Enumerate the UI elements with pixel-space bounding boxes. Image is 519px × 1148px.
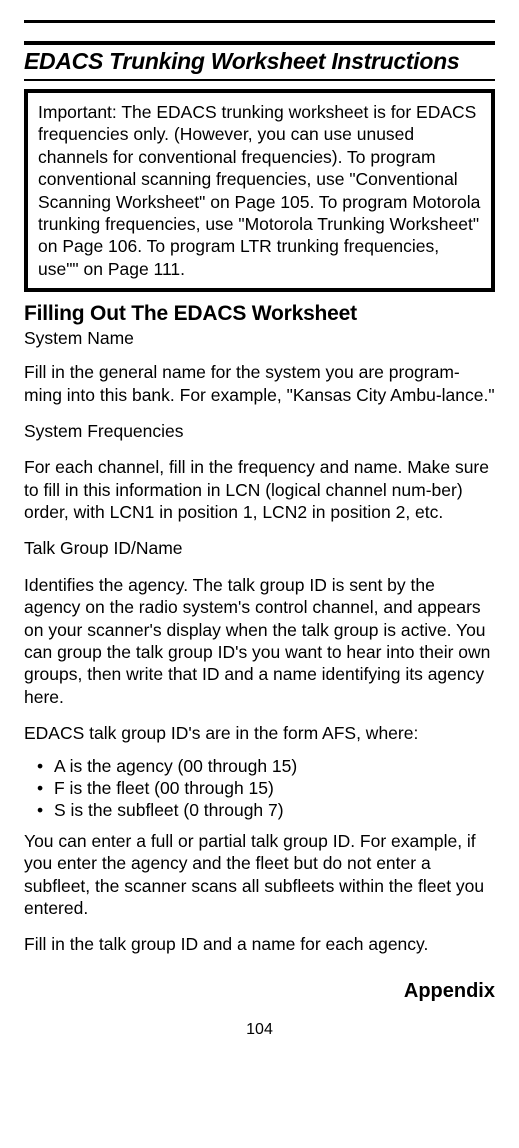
title-underline — [24, 79, 495, 81]
para-system-frequencies: For each channel, fill in the frequency … — [24, 456, 495, 523]
page-title: EDACS Trunking Worksheet Instructions — [24, 48, 495, 75]
top-rule-1 — [24, 20, 495, 23]
label-system-frequencies: System Frequencies — [24, 420, 495, 442]
list-item: F is the fleet (00 through 15) — [24, 777, 495, 799]
para-system-name: Fill in the general name for the system … — [24, 361, 495, 406]
important-note-box: Important: The EDACS trunking worksheet … — [24, 89, 495, 292]
para-afs-intro: EDACS talk group ID's are in the form AF… — [24, 722, 495, 744]
label-system-name: System Name — [24, 328, 495, 349]
label-talk-group: Talk Group ID/Name — [24, 537, 495, 559]
list-item: A is the agency (00 through 15) — [24, 755, 495, 777]
para-fill-in: Fill in the talk group ID and a name for… — [24, 933, 495, 955]
para-partial-id: You can enter a full or partial talk gro… — [24, 830, 495, 920]
top-rule-2 — [24, 41, 495, 45]
afs-bullet-list: A is the agency (00 through 15) F is the… — [24, 755, 495, 822]
page-number: 104 — [24, 1021, 495, 1039]
list-item: S is the subfleet (0 through 7) — [24, 799, 495, 821]
appendix-label: Appendix — [24, 980, 495, 1003]
para-talk-group: Identifies the agency. The talk group ID… — [24, 574, 495, 708]
subheading-filling-out: Filling Out The EDACS Worksheet — [24, 302, 495, 326]
